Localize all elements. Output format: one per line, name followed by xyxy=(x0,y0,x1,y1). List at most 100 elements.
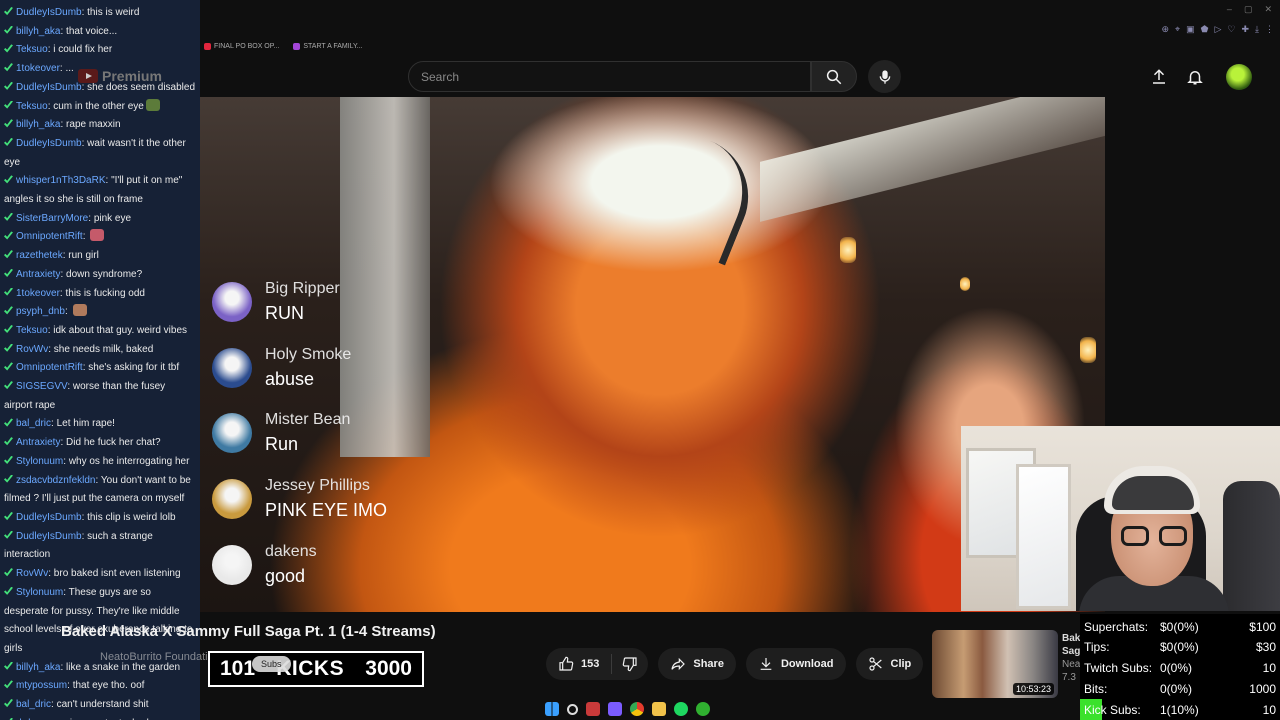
chat-text: that eye tho. oof xyxy=(72,680,145,692)
chat-username[interactable]: SisterBarryMore xyxy=(16,213,88,224)
chat-username[interactable]: bal_dric xyxy=(16,699,51,710)
chat-username[interactable]: OmnipotentRift xyxy=(16,231,83,242)
youtube-logo[interactable]: Premium xyxy=(78,68,162,84)
download-icon[interactable]: ⤓ xyxy=(1255,24,1259,35)
bookmark-item[interactable]: START A FAMILY... xyxy=(293,42,363,50)
checkmark-badge-icon xyxy=(4,212,13,221)
chat-username[interactable]: RovWv xyxy=(16,344,48,355)
menu-icon[interactable]: ⋮ xyxy=(1265,24,1274,35)
chat-username[interactable]: psyph_dnb xyxy=(16,306,65,317)
chat-username[interactable]: Antraxiety xyxy=(16,269,60,280)
checkmark-badge-icon xyxy=(4,474,13,483)
stat-goal: 1000 xyxy=(1249,681,1276,696)
chat-username[interactable]: billyh_aka xyxy=(16,26,60,37)
shield-icon[interactable]: ⬟ xyxy=(1201,24,1209,35)
video-scene-lamp xyxy=(840,237,856,263)
chat-username[interactable]: DudleyIsDumb xyxy=(16,138,82,149)
chat-username[interactable]: 1tokeover xyxy=(16,63,60,74)
chrome-icon[interactable] xyxy=(630,702,644,716)
checkmark-badge-icon xyxy=(4,119,13,128)
like-dislike-group: 153 xyxy=(546,648,649,680)
bookmark-item[interactable]: FINAL PO BOX OP... xyxy=(204,42,279,50)
chat-username[interactable]: razethetek xyxy=(16,250,63,261)
puzzle-icon[interactable]: ✚ xyxy=(1241,24,1249,35)
minimize-icon[interactable]: – xyxy=(1227,4,1232,15)
chat-username[interactable]: DudleyIsDumb xyxy=(16,7,82,18)
checkmark-badge-icon xyxy=(4,699,13,708)
chat-username[interactable]: OmnipotentRift xyxy=(16,362,83,373)
app-icon[interactable] xyxy=(586,702,600,716)
pin-icon[interactable]: ⌖ xyxy=(1175,24,1180,35)
dislike-button[interactable] xyxy=(612,648,648,680)
taskbar xyxy=(545,699,710,719)
xbox-icon[interactable] xyxy=(696,702,710,716)
download-button[interactable]: Download xyxy=(745,648,846,680)
overlay-chat-text: Run xyxy=(265,434,299,455)
checkmark-badge-icon xyxy=(4,418,13,427)
chat-username[interactable]: Antraxiety xyxy=(16,437,60,448)
chat-message: 1tokeover: this is fucking odd xyxy=(4,285,196,304)
chat-username[interactable]: 1tokeover xyxy=(16,288,60,299)
heart-icon[interactable]: ♡ xyxy=(1227,24,1235,35)
search-button[interactable] xyxy=(811,61,857,92)
chat-username[interactable]: Teksuo xyxy=(16,325,48,336)
chat-username[interactable]: RovWv xyxy=(16,568,48,579)
maximize-icon[interactable]: ▢ xyxy=(1244,4,1253,15)
discord-icon[interactable] xyxy=(608,702,622,716)
webcam-glasses xyxy=(1121,526,1187,546)
chat-username[interactable]: Teksuo xyxy=(16,44,48,55)
stat-row: Twitch Subs: 0(0%) 10 xyxy=(1084,658,1276,679)
chat-username[interactable]: SIGSEGVV xyxy=(16,381,67,392)
scissors-icon xyxy=(868,657,882,671)
chat-username[interactable]: Stylonuum xyxy=(16,456,63,467)
chat-message: DudleyIsDumb: such a strange interaction xyxy=(4,528,196,565)
subscribe-button[interactable]: Subs xyxy=(252,656,291,672)
clip-button[interactable]: Clip xyxy=(855,648,924,680)
chat-username[interactable]: zsdacvbdznfekldn xyxy=(16,475,96,486)
share-button[interactable]: Share xyxy=(658,648,736,680)
subscribe-label: Subs xyxy=(261,659,282,669)
play-icon[interactable]: ▷ xyxy=(1214,24,1221,35)
chat-username[interactable]: Stylonuum xyxy=(16,587,63,598)
overlay-chat-message: dakens good xyxy=(212,541,452,607)
chat-username[interactable]: mtypossum xyxy=(16,680,67,691)
avatar xyxy=(212,413,252,454)
search-icon[interactable] xyxy=(567,703,578,715)
extension-icon[interactable]: ▣ xyxy=(1186,24,1195,35)
windows-start-icon[interactable] xyxy=(545,702,559,716)
chat-username[interactable]: billyh_aka xyxy=(16,119,60,130)
notifications-button[interactable] xyxy=(1182,64,1208,90)
create-button[interactable] xyxy=(1146,64,1172,90)
emote-icon xyxy=(145,98,160,111)
close-icon[interactable]: ✕ xyxy=(1264,4,1272,15)
zoom-icon[interactable]: ⊕ xyxy=(1162,24,1170,35)
chat-username[interactable]: whisper1nTh3DaRK xyxy=(16,175,106,186)
like-button[interactable]: 153 xyxy=(546,648,611,680)
chat-username[interactable]: DudleyIsDumb xyxy=(16,82,82,93)
spotify-icon[interactable] xyxy=(674,702,688,716)
chat-username[interactable]: DudleyIsDumb xyxy=(16,531,82,542)
chat-message: DudleyIsDumb: wait wasn't it the other e… xyxy=(4,135,196,172)
stat-goal: $30 xyxy=(1255,640,1276,655)
stat-value: $0(0%) xyxy=(1160,619,1199,634)
chat-message: Teksuo: i could fix her xyxy=(4,41,196,60)
voice-search-button[interactable] xyxy=(868,60,901,93)
account-avatar[interactable] xyxy=(1226,64,1252,90)
chat-username[interactable]: billyh_aka xyxy=(16,662,60,673)
chat-username[interactable]: Teksuo xyxy=(16,101,48,112)
chat-message: billyh_aka: rape maxxin xyxy=(4,116,196,135)
video-scene-roof xyxy=(760,97,1105,222)
folder-icon[interactable] xyxy=(652,702,666,716)
chat-text: this clip is weird lolb xyxy=(87,511,176,523)
checkmark-badge-icon xyxy=(4,231,13,240)
suggested-video-thumbnail[interactable]: 10:53:23 xyxy=(932,630,1058,698)
overlay-chat-message: Holy Smoke abuse xyxy=(212,344,452,410)
chat-text: bro baked isnt even listening xyxy=(53,568,181,580)
channel-name[interactable]: NeatoBurrito Foundation xyxy=(100,651,220,663)
chat-username[interactable]: DudleyIsDumb xyxy=(16,512,82,523)
chat-username[interactable]: bal_dric xyxy=(16,418,51,429)
video-scene-lamp xyxy=(1080,337,1096,363)
microphone-icon xyxy=(879,69,890,84)
avatar xyxy=(212,347,252,388)
search-input[interactable] xyxy=(421,69,798,84)
